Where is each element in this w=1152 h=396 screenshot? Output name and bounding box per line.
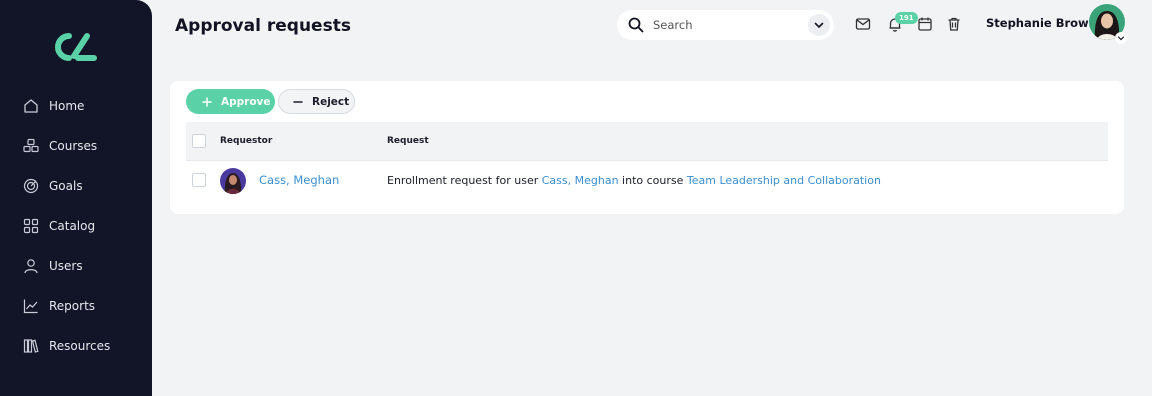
mail-icon[interactable] [854,15,872,33]
home-icon [22,97,40,115]
column-header-request[interactable]: Request [387,136,429,146]
sidebar: Home Courses Goals Catalog Users Reports… [0,0,152,396]
request-description: Enrollment request for user Cass, Meghan… [387,174,881,187]
users-icon [22,257,40,275]
minus-icon [293,100,303,103]
sidebar-item-courses[interactable]: Courses [0,126,152,166]
table-row[interactable]: Cass, Meghan Enrollment request for user… [186,160,1108,200]
courses-icon [22,137,40,155]
user-name[interactable]: Stephanie Brown [986,16,1097,30]
request-mid-text: into course [618,174,687,187]
sidebar-item-resources[interactable]: Resources [0,326,152,366]
sidebar-item-goals[interactable]: Goals [0,166,152,206]
approve-button-label: Approve [221,95,271,108]
avatar-dropdown-chevron[interactable] [1115,32,1127,44]
column-header-requestor[interactable]: Requestor [220,136,272,146]
request-course-link[interactable]: Team Leadership and Collaboration [687,174,881,187]
sidebar-item-label: Resources [49,339,111,353]
sidebar-item-home[interactable]: Home [0,86,152,126]
search-icon [628,17,644,33]
user-avatar[interactable] [1089,4,1127,44]
sidebar-item-users[interactable]: Users [0,246,152,286]
sidebar-nav: Home Courses Goals Catalog Users Reports… [0,86,152,366]
goals-icon [22,177,40,195]
sidebar-item-label: Courses [49,139,98,153]
sidebar-item-label: Home [49,99,85,113]
table-header: Requestor Request [186,122,1108,160]
chevron-down-icon [1117,36,1125,41]
calendar-icon[interactable] [916,15,934,33]
select-all-checkbox[interactable] [192,134,206,148]
request-prefix-text: Enrollment request for user [387,174,542,187]
reports-icon [22,297,40,315]
sidebar-item-catalog[interactable]: Catalog [0,206,152,246]
chevron-down-icon [814,22,824,29]
search-input[interactable] [653,18,793,32]
catalog-icon [22,217,40,235]
sidebar-item-label: Reports [49,299,96,313]
resources-icon [22,337,40,355]
sidebar-item-reports[interactable]: Reports [0,286,152,326]
requestor-avatar [220,168,246,194]
approve-button[interactable]: Approve [186,89,275,114]
sidebar-item-label: Goals [49,179,83,193]
page-title: Approval requests [175,16,351,36]
notification-badge: 191 [895,12,918,24]
reject-button-label: Reject [312,95,350,108]
search-box [617,10,834,40]
reject-button[interactable]: Reject [278,89,355,114]
request-user-link[interactable]: Cass, Meghan [542,174,619,187]
app-logo[interactable] [54,32,98,62]
sidebar-item-label: Users [49,259,83,273]
requestor-name-link[interactable]: Cass, Meghan [259,173,339,187]
plus-icon [202,96,212,107]
search-dropdown-button[interactable] [808,14,830,36]
approval-requests-card: Approve Reject Requestor Request Cass, M… [170,81,1124,214]
row-checkbox[interactable] [192,173,206,187]
sidebar-item-label: Catalog [49,219,96,233]
trash-icon[interactable] [945,15,963,33]
